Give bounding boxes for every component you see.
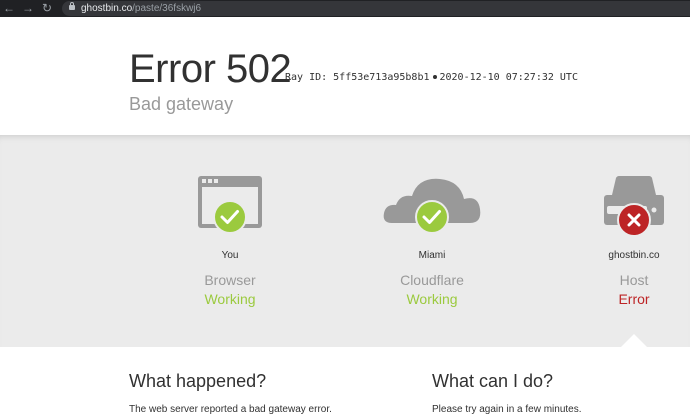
reload-icon[interactable]: ↻ (40, 0, 54, 17)
explanation-section: What happened? The web server reported a… (0, 347, 690, 418)
status-location: ghostbin.co (608, 250, 660, 261)
url-host: ghostbin.co (81, 3, 133, 14)
what-can-i-do-title: What can I do? (432, 371, 554, 391)
server-icon (604, 176, 664, 237)
status-state: Working (204, 291, 256, 307)
status-diagram: You Browser Working Miami Cloudflare Wor… (0, 135, 690, 347)
status-kind: Cloudflare (400, 272, 464, 288)
status-location: Miami (418, 250, 446, 261)
error-code: Error 502 (129, 47, 292, 91)
ray-id: Ray ID: 5ff53e713a95b8b1 (285, 72, 430, 83)
timestamp: 2020-12-10 07:27:32 UTC (439, 72, 578, 83)
browser-window-icon (198, 176, 262, 234)
status-state: Working (406, 291, 458, 307)
status-kind: Host (619, 272, 649, 288)
lock-icon (69, 2, 75, 10)
cloud-icon (383, 178, 481, 234)
check-icon (213, 200, 247, 234)
forward-arrow-icon[interactable]: → (21, 0, 35, 17)
error-subtitle: Bad gateway (129, 94, 234, 114)
what-happened-text: The web server reported a bad gateway er… (129, 404, 332, 415)
browser-toolbar: ← → ↻ ghostbin.co/paste/36fskwj6 (0, 0, 690, 17)
error-header: Error 502 Ray ID: 5ff53e713a95b8b1 2020-1… (0, 17, 690, 135)
separator-dot (432, 74, 437, 79)
what-can-i-do-text: Please try again in a few minutes. (432, 404, 582, 415)
check-icon (415, 200, 449, 234)
back-arrow-icon[interactable]: ← (2, 0, 16, 17)
active-pointer (621, 334, 647, 347)
url-path: /paste/36fskwj6 (132, 3, 202, 14)
status-state: Error (618, 291, 650, 307)
ray-id-line: Ray ID: 5ff53e713a95b8b1 2020-12-10 07:27… (285, 72, 578, 83)
what-happened-title: What happened? (129, 371, 267, 391)
url-text: ghostbin.co/paste/36fskwj6 (81, 1, 201, 16)
address-bar[interactable]: ghostbin.co/paste/36fskwj6 (62, 1, 690, 16)
status-kind: Browser (204, 272, 256, 288)
x-icon (617, 203, 651, 237)
status-location: You (221, 250, 239, 261)
